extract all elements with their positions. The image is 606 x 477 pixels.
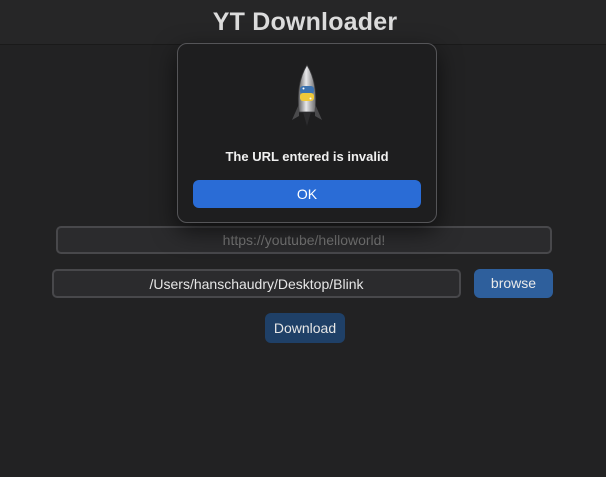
browse-button[interactable]: browse [474, 269, 553, 298]
alert-dialog: The URL entered is invalid OK [177, 43, 437, 223]
python-rocket-icon [290, 64, 324, 128]
ok-button[interactable]: OK [193, 180, 421, 208]
title-bar: YT Downloader [0, 0, 606, 45]
download-button[interactable]: Download [265, 313, 345, 343]
dialog-message: The URL entered is invalid [225, 149, 389, 164]
save-path-field[interactable] [52, 269, 461, 298]
app-window: YT Downloader browse Download [0, 0, 606, 477]
url-input[interactable] [56, 226, 552, 254]
app-title: YT Downloader [212, 8, 398, 36]
